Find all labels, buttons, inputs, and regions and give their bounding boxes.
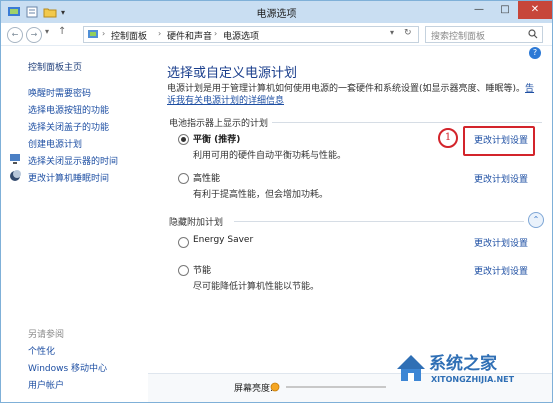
search-box[interactable]: 搜索控制面板: [425, 26, 543, 43]
sidebar-item-lid-close[interactable]: 选择关闭盖子的功能: [28, 120, 109, 133]
watermark-url: XITONGZHIJIA.NET: [431, 375, 515, 384]
close-button[interactable]: ✕: [518, 1, 552, 19]
radio-high-performance[interactable]: [178, 173, 189, 184]
page-description: 电源计划是用于管理计算机如何使用电源的一套硬件和系统设置(如显示器亮度、睡眠等)…: [167, 83, 539, 107]
navigation-bar: ← → ▾ ↑ › 控制面板 › 硬件和声音 › 电源选项 ▾ ↻ 搜索控制面板: [1, 23, 552, 46]
change-plan-settings-power-saver[interactable]: 更改计划设置: [474, 264, 528, 277]
sidebar-item-create-plan[interactable]: 创建电源计划: [28, 137, 82, 150]
title-bar: ▾ 电源选项 — □ ✕: [1, 1, 552, 23]
sidebar-item-power-button[interactable]: 选择电源按钮的功能: [28, 103, 109, 116]
see-also-personalization[interactable]: 个性化: [28, 344, 55, 357]
breadcrumb-hardware-sound[interactable]: 硬件和声音: [167, 29, 212, 42]
back-button[interactable]: ←: [7, 27, 23, 43]
section-divider: [272, 122, 542, 123]
breadcrumb-separator-icon: ›: [102, 29, 106, 38]
breadcrumb-power-options[interactable]: 电源选项: [223, 29, 259, 42]
callout-number-badge: 1: [438, 128, 458, 148]
display-off-icon: [10, 154, 20, 164]
plan-name-balanced[interactable]: 平衡 (推荐): [193, 132, 240, 145]
search-icon[interactable]: [528, 29, 538, 39]
radio-power-saver[interactable]: [178, 265, 189, 276]
sleep-moon-icon: [10, 170, 21, 181]
power-options-window: ▾ 电源选项 — □ ✕ ← → ▾ ↑ › 控制面板 › 硬件和声音 › 电源…: [0, 0, 553, 403]
watermark-logo-icon: [397, 355, 425, 381]
page-title: 选择或自定义电源计划: [167, 66, 298, 81]
sidebar-item-sleep-time[interactable]: 更改计算机睡眠时间: [28, 171, 109, 184]
address-bar[interactable]: › 控制面板 › 硬件和声音 › 电源选项 ▾ ↻: [83, 26, 419, 43]
search-placeholder: 搜索控制面板: [431, 32, 486, 42]
description-text: 电源计划是用于管理计算机如何使用电源的一套硬件和系统设置(如显示器亮度、睡眠等)…: [167, 84, 526, 94]
brightness-label: 屏幕亮度:: [234, 384, 274, 394]
plan-name-high-performance[interactable]: 高性能: [193, 171, 220, 184]
see-also-mobility-center[interactable]: Windows 移动中心: [28, 361, 107, 374]
section-preferred-plans: 电池指示器上显示的计划: [169, 119, 269, 129]
address-dropdown-icon[interactable]: ▾: [390, 28, 394, 37]
maximize-button[interactable]: □: [492, 1, 518, 19]
left-sidebar: 控制面板主页 唤醒时需要密码 选择电源按钮的功能 选择关闭盖子的功能 创建电源计…: [1, 46, 147, 402]
callout-highlight-box: [463, 126, 535, 156]
radio-energy-saver[interactable]: [178, 237, 189, 248]
forward-button[interactable]: →: [26, 27, 42, 43]
recent-locations-chevron-icon[interactable]: ▾: [45, 27, 49, 36]
minimize-button[interactable]: —: [466, 1, 492, 19]
up-button[interactable]: ↑: [58, 26, 66, 37]
section-hidden-plans: 隐藏附加计划: [169, 218, 224, 228]
plan-desc-balanced: 利用可用的硬件自动平衡功耗与性能。: [193, 151, 347, 161]
control-panel-home-link[interactable]: 控制面板主页: [28, 60, 82, 73]
breadcrumb-separator-icon: ›: [158, 29, 162, 38]
plan-name-power-saver[interactable]: 节能: [193, 263, 211, 276]
section-divider: [234, 221, 524, 222]
breadcrumb-separator-icon: ›: [214, 29, 218, 38]
plan-desc-power-saver: 尽可能降低计算机性能以节能。: [193, 282, 320, 292]
control-panel-icon: [88, 30, 98, 38]
watermark-title: 系统之家: [429, 354, 497, 374]
sidebar-item-display-off-time[interactable]: 选择关闭显示器的时间: [28, 154, 118, 167]
change-plan-settings-high-performance[interactable]: 更改计划设置: [474, 172, 528, 185]
site-watermark: 系统之家 XITONGZHIJIA.NET: [389, 347, 549, 401]
plan-desc-high-performance: 有利于提高性能，但会增加功耗。: [193, 190, 329, 200]
collapse-hidden-plans-chevron-icon[interactable]: ⌃: [528, 212, 544, 228]
change-plan-settings-energy-saver[interactable]: 更改计划设置: [474, 236, 528, 249]
plan-name-energy-saver[interactable]: Energy Saver: [193, 235, 253, 245]
breadcrumb-control-panel[interactable]: 控制面板: [111, 29, 147, 42]
sidebar-item-wake-password[interactable]: 唤醒时需要密码: [28, 86, 91, 99]
brightness-slider[interactable]: [286, 386, 386, 388]
brightness-sun-icon: [270, 382, 280, 392]
radio-balanced[interactable]: [178, 134, 189, 145]
see-also-user-accounts[interactable]: 用户帐户: [28, 378, 64, 391]
refresh-button[interactable]: ↻: [404, 28, 412, 38]
see-also-title: 另请参阅: [28, 330, 65, 340]
